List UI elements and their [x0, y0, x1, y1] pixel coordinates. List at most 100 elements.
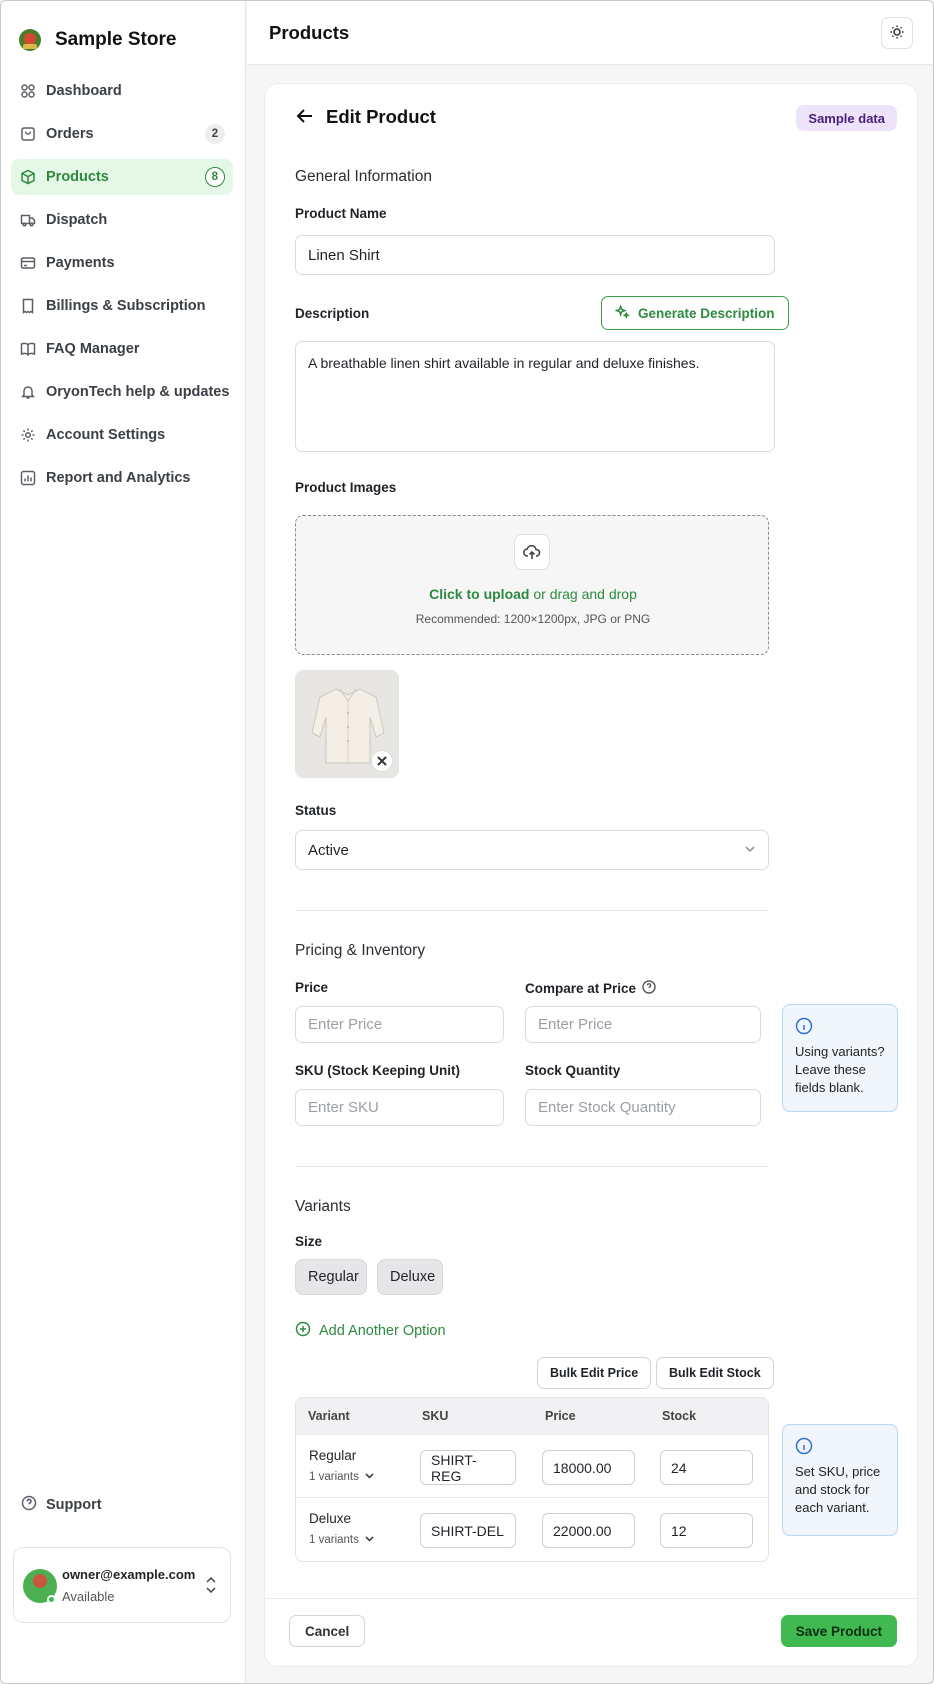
column-header-price: Price — [545, 1409, 576, 1423]
generate-description-label: Generate Description — [638, 305, 775, 321]
description-textarea[interactable]: A breathable linen shirt available in re… — [295, 341, 775, 452]
variant-expand-toggle[interactable]: 1 variants — [309, 1533, 375, 1547]
upload-hint: Recommended: 1200×1200px, JPG or PNG — [415, 612, 651, 626]
sparkle-icon — [614, 304, 630, 322]
section-title-pricing: Pricing & Inventory — [295, 942, 426, 959]
bag-icon — [20, 126, 36, 142]
app-window: Sample Store Dashboard Orders 2 Products… — [0, 0, 934, 1684]
option-chip-deluxe[interactable]: Deluxe — [377, 1259, 443, 1295]
page-title: Products — [269, 22, 350, 43]
stock-quantity-input[interactable]: Enter Stock Quantity — [525, 1089, 761, 1126]
brand[interactable]: Sample Store — [19, 29, 176, 51]
footer-divider — [265, 1598, 919, 1599]
variant-price-input[interactable]: 18000.00 — [542, 1450, 635, 1485]
chevron-up-down-icon — [204, 1576, 218, 1597]
variant-expand-toggle[interactable]: 1 variants — [309, 1470, 375, 1484]
status-selected-value: Active — [308, 841, 349, 859]
sidebar-item-products[interactable]: Products 8 — [11, 159, 233, 195]
status-label: Status — [295, 803, 337, 818]
back-arrow-icon[interactable] — [295, 106, 315, 129]
chevron-down-icon — [744, 842, 756, 859]
sidebar-item-dashboard[interactable]: Dashboard — [11, 73, 233, 109]
orders-count-badge: 2 — [205, 124, 225, 144]
chevron-down-icon — [364, 1470, 375, 1484]
form-title: Edit Product — [326, 106, 436, 127]
sidebar-item-reports[interactable]: Report and Analytics — [11, 460, 233, 496]
sidebar-item-label: Orders — [46, 126, 94, 142]
sidebar-item-dispatch[interactable]: Dispatch — [11, 202, 233, 238]
plus-circle-icon — [295, 1321, 311, 1341]
support-label: Support — [46, 1497, 102, 1513]
sidebar-nav: Dashboard Orders 2 Products 8 Dispatch P… — [11, 73, 233, 503]
variant-sku-input[interactable]: SHIRT-DEL — [420, 1513, 516, 1548]
price-input[interactable]: Enter Price — [295, 1006, 504, 1043]
option-size-label: Size — [295, 1234, 323, 1249]
sidebar-item-label: Dashboard — [46, 83, 122, 99]
section-divider — [295, 910, 769, 911]
sidebar-item-label: Account Settings — [46, 427, 166, 443]
help-circle-icon — [21, 1495, 37, 1515]
variant-name: Deluxe — [309, 1511, 352, 1526]
variant-stock-input[interactable]: 24 — [660, 1450, 753, 1485]
sidebar-item-orders[interactable]: Orders 2 — [11, 116, 233, 152]
pricing-info-box: Using variants? Leave these fields blank… — [782, 1004, 898, 1112]
support-link[interactable]: Support — [21, 1495, 102, 1515]
truck-icon — [20, 212, 36, 228]
sidebar-item-label: FAQ Manager — [46, 341, 140, 357]
sidebar-item-payments[interactable]: Payments — [11, 245, 233, 281]
sidebar-item-account-settings[interactable]: Account Settings — [11, 417, 233, 453]
image-dropzone[interactable]: Click to upload or drag and drop Recomme… — [295, 515, 769, 655]
user-menu[interactable]: owner@example.com Available — [13, 1547, 231, 1623]
sidebar: Sample Store Dashboard Orders 2 Products… — [1, 1, 246, 1683]
product-name-input[interactable]: Linen Shirt — [295, 235, 775, 275]
column-header-variant: Variant — [308, 1409, 350, 1423]
variant-price-input[interactable]: 22000.00 — [542, 1513, 635, 1548]
compare-price-label-group: Compare at Price — [525, 980, 656, 997]
chevron-down-icon — [364, 1533, 375, 1547]
gear-icon — [20, 427, 36, 443]
bell-icon — [20, 384, 36, 400]
status-select[interactable]: Active — [295, 830, 769, 870]
column-header-stock: Stock — [662, 1409, 697, 1423]
table-row: Regular 1 variants SHIRT-REG 18000.00 24 — [296, 1434, 768, 1497]
compare-price-input[interactable]: Enter Price — [525, 1006, 761, 1043]
cancel-button[interactable]: Cancel — [289, 1615, 366, 1647]
variant-stock-input[interactable]: 12 — [660, 1513, 753, 1548]
upload-cloud-icon — [514, 534, 550, 570]
chart-icon — [20, 470, 36, 486]
variant-count: 1 variants — [309, 1534, 359, 1546]
add-another-option-button[interactable]: Add Another Option — [295, 1321, 446, 1341]
sku-input[interactable]: Enter SKU — [295, 1089, 504, 1126]
user-email: owner@example.com — [62, 1567, 196, 1582]
save-product-button[interactable]: Save Product — [780, 1615, 897, 1647]
sidebar-item-faq[interactable]: FAQ Manager — [11, 331, 233, 367]
generate-description-button[interactable]: Generate Description — [601, 296, 789, 330]
drag-drop-text: or drag and drop — [529, 586, 637, 602]
receipt-icon — [20, 298, 36, 314]
add-option-label: Add Another Option — [319, 1323, 446, 1339]
variant-sku-input[interactable]: SHIRT-REG — [420, 1450, 516, 1485]
price-label: Price — [295, 980, 329, 995]
book-icon — [20, 341, 36, 357]
theme-toggle-button[interactable] — [881, 17, 913, 49]
grid-icon — [20, 83, 36, 99]
variant-name: Regular — [309, 1448, 357, 1463]
variants-table: Variant SKU Price Stock Regular 1 varian… — [295, 1397, 769, 1562]
sidebar-item-billings[interactable]: Billings & Subscription — [11, 288, 233, 324]
description-label: Description — [295, 306, 370, 321]
info-icon — [795, 1437, 885, 1455]
option-chip-regular[interactable]: Regular — [295, 1259, 367, 1295]
sidebar-item-help-updates[interactable]: OryonTech help & updates — [11, 374, 233, 410]
remove-image-button[interactable] — [371, 750, 393, 772]
pricing-info-text: Using variants? Leave these fields blank… — [795, 1044, 885, 1095]
question-circle-icon[interactable] — [642, 980, 656, 997]
products-count-badge: 8 — [204, 167, 225, 187]
section-title-variants: Variants — [295, 1198, 351, 1215]
click-to-upload-link[interactable]: Click to upload — [429, 586, 529, 602]
bulk-edit-price-button[interactable]: Bulk Edit Price — [537, 1357, 652, 1389]
top-bar: Products — [247, 1, 933, 65]
sample-data-badge: Sample data — [796, 105, 897, 131]
card-icon — [20, 255, 36, 271]
bulk-edit-stock-button[interactable]: Bulk Edit Stock — [656, 1357, 774, 1389]
upload-instructions: Click to upload or drag and drop — [296, 586, 770, 602]
